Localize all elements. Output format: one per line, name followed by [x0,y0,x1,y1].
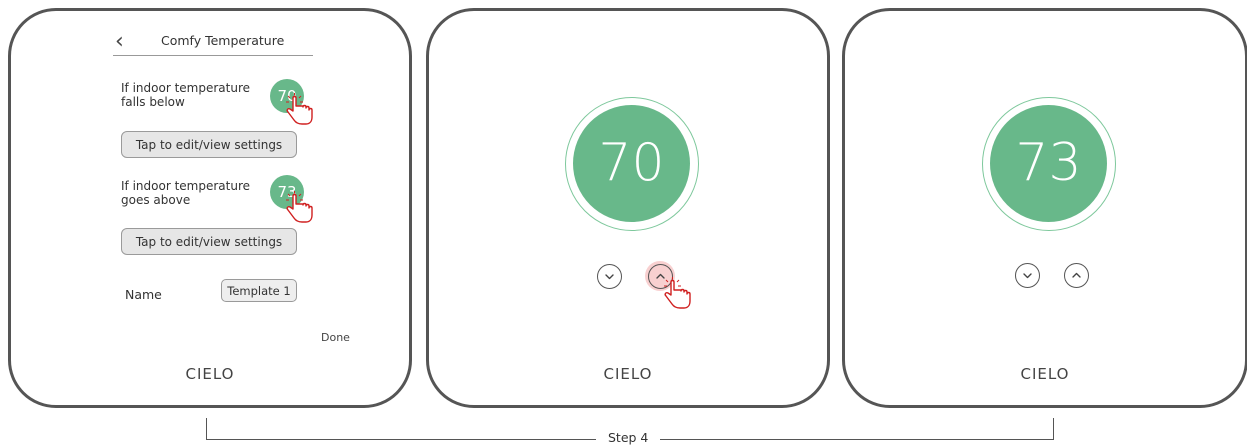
chevron-left-icon[interactable]: ‹ [115,31,124,53]
page-title: Comfy Temperature [161,33,285,48]
edit-low-settings-button[interactable]: Tap to edit/view settings [121,131,297,158]
cielo-logo: CIELO [603,365,653,383]
temperature-ring: 70 [565,97,699,231]
done-button[interactable]: Done [321,331,350,344]
thermostat-device-before: 70 CIELO [426,8,830,408]
condition-above-label: If indoor temperature goes above [121,179,250,207]
tap-hand-icon [664,277,691,309]
decrease-temperature-button[interactable] [597,264,622,289]
template-name-input[interactable]: Template 1 [221,279,297,302]
temperature-display: 70 [573,105,690,222]
decrease-temperature-button[interactable] [1015,263,1040,288]
device-settings-panel: ‹ Comfy Temperature If indoor temperatur… [8,8,412,408]
title-divider [113,55,313,56]
temperature-display: 73 [990,105,1107,222]
increase-temperature-button[interactable] [1064,263,1089,288]
cielo-logo: CIELO [185,365,235,383]
name-label: Name [125,287,162,302]
condition-below-label: If indoor temperature falls below [121,81,250,109]
tap-hand-icon [286,93,313,125]
tap-hand-icon [286,191,313,223]
edit-high-settings-button[interactable]: Tap to edit/view settings [121,228,297,255]
thermostat-device-after: 73 CIELO [842,8,1247,408]
chevron-up-icon [1072,272,1081,278]
temperature-ring: 73 [982,97,1116,231]
chevron-down-icon [1023,273,1032,279]
chevron-down-icon [605,274,614,280]
cielo-logo: CIELO [1020,365,1070,383]
step-label: Step 4 [596,430,661,445]
